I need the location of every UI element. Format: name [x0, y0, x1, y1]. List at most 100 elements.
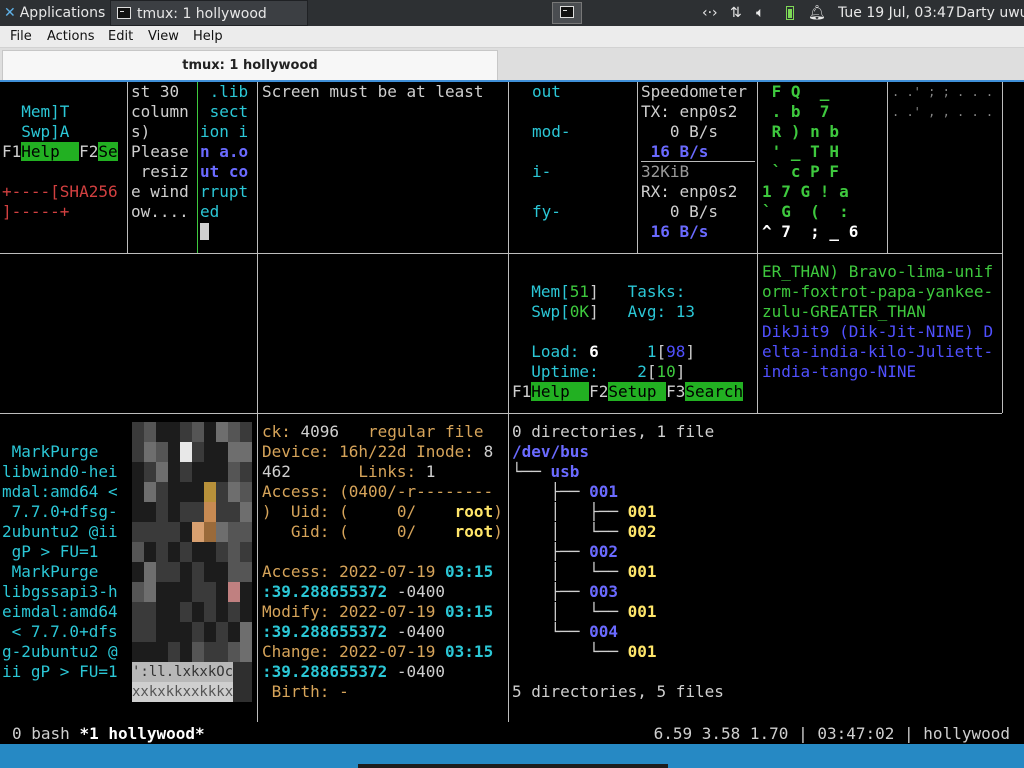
menu-file[interactable]: File — [10, 29, 32, 44]
pixel-cell — [192, 642, 204, 662]
tmux-status-line: 0 bash *1 hollywood* 6.59 3.58 1.70 | 03… — [0, 724, 1024, 744]
resize-text: resiz — [131, 162, 189, 181]
pixel-cell — [240, 482, 252, 502]
menu-actions[interactable]: Actions — [47, 29, 95, 44]
terminal-area[interactable]: Mem]T Swp]A F1Help F2Se +----[SHA256 ]--… — [0, 82, 1024, 742]
tree-pane[interactable]: 0 directories, 1 file /dev/bus └── usb ├… — [512, 422, 1002, 712]
htop-search-button[interactable]: Search — [685, 382, 744, 401]
htop-avg-value: 13 — [675, 302, 696, 321]
dpkg-line: < 7.7.0+dfs — [2, 622, 118, 641]
mini-setup-key[interactable]: Se — [98, 142, 118, 161]
htop-help-button[interactable]: Help — [531, 382, 590, 401]
tab-bar: tmux: 1 hollywood — [0, 48, 1024, 82]
pixel-cell — [228, 422, 240, 442]
speedometer-pane[interactable]: Speedometer TX: enp0s2 0 B/s 16 B/s 32Ki… — [641, 82, 756, 252]
pixel-cell — [204, 462, 216, 482]
pixel-cell — [216, 442, 228, 462]
pixel-cell — [156, 642, 168, 662]
pixel-cell — [144, 602, 156, 622]
applications-menu[interactable]: ✕ Applications — [0, 0, 110, 26]
stat-device-label: Device: — [262, 442, 340, 461]
resize-text: s) — [131, 122, 151, 141]
tree-node-name: 001 — [627, 642, 657, 661]
network-arrows-icon[interactable]: ‹·› — [702, 0, 718, 26]
status-window-active[interactable]: *1 hollywood* — [79, 724, 204, 743]
bottom-panel-handle[interactable] — [358, 764, 668, 768]
phonetic-line: elta-india-kilo-Juliett- — [762, 342, 994, 361]
pixel-cell — [216, 462, 228, 482]
pixel-cell — [144, 562, 156, 582]
htop-tasks-label: Tasks: — [627, 282, 686, 301]
battery-icon[interactable] — [786, 6, 794, 20]
htop-cpu2-value: 10 — [656, 362, 676, 381]
screen-size-pane[interactable]: Screen must be at least — [262, 82, 507, 252]
volume-icon[interactable]: 🔈︎ — [756, 0, 764, 26]
pixel-cell — [144, 522, 156, 542]
phonetic-pane[interactable]: ER_THAN) Bravo-lima-unif orm-foxtrot-pap… — [762, 262, 1002, 412]
pixel-cell — [216, 502, 228, 522]
stat-pane[interactable]: ck: 4096 regular file Device: 16h/22d In… — [262, 422, 507, 702]
tab-tmux-hollywood[interactable]: tmux: 1 hollywood — [2, 50, 498, 80]
menu-view[interactable]: View — [148, 29, 179, 44]
dpkg-pane[interactable]: MarkPurge libwind0-hei mdal:amd64 < 7.7.… — [2, 442, 126, 692]
matrix-row: ` c P F — [762, 162, 840, 181]
menu-edit[interactable]: Edit — [108, 29, 133, 44]
pixel-cell — [192, 442, 204, 462]
stat-timezone: -0400 — [387, 582, 446, 601]
pixel-cell — [156, 422, 168, 442]
tree-branch: └── — [512, 462, 551, 481]
ascii-image-pane[interactable]: ':ll.lxkxkOc xxkxkkxxkkkx — [132, 422, 252, 702]
pixel-cell — [216, 582, 228, 602]
pixel-cell — [240, 442, 252, 462]
pixel-cell — [192, 422, 204, 442]
pixel-cell — [156, 502, 168, 522]
tree-line: ├── 002 — [512, 542, 1002, 562]
speedometer-title: Speedometer — [641, 82, 747, 101]
mini-htop-pane[interactable]: Mem]T Swp]A F1Help F2Se +----[SHA256 ]--… — [2, 102, 126, 252]
htop-pane[interactable]: Mem[51] Tasks: Swp[0K] Avg: 13 Load: 6 1… — [512, 282, 756, 412]
user-menu[interactable]: Darty uwu — [956, 0, 1024, 26]
matrix-pane[interactable]: F Q _ . b 7 R ) n b ' _ T H ` c P F 1 7 … — [762, 82, 886, 252]
pixel-cell — [216, 542, 228, 562]
mini-help-key[interactable]: Help — [21, 142, 80, 161]
stat-uid-label: ) Uid: ( 0/ — [262, 502, 455, 521]
tree-root: /dev/bus — [512, 442, 590, 461]
tx-peak: 16 B/s — [641, 142, 755, 162]
resize-message-pane[interactable]: st 30 column s) Please resiz e wind ow..… — [131, 82, 197, 252]
stat-timezone: -0400 — [387, 662, 446, 681]
pixel-cell — [240, 562, 252, 582]
pixel-cell — [168, 522, 180, 542]
phonetic-line: DikJit9 (Dik-Jit-NINE) D — [762, 322, 994, 341]
matrix-dim-pane[interactable]: . .' ; ; . . . . . .' , , . . . — [892, 82, 1000, 142]
notification-bell-icon[interactable]: 🔔︎ — [808, 0, 826, 26]
network-updown-icon[interactable]: ⇅ — [730, 0, 742, 26]
stat-links-label: Links: — [290, 462, 426, 481]
pixel-cell — [204, 642, 216, 662]
pixel-cell — [216, 482, 228, 502]
pixel-cell — [144, 422, 156, 442]
status-window-0[interactable]: 0 bash — [12, 724, 79, 743]
pixel-cell — [192, 542, 204, 562]
pixel-cell — [216, 602, 228, 622]
divider — [257, 82, 258, 722]
pixel-cell — [132, 522, 144, 542]
htop-cpu1-value: 98 — [666, 342, 686, 361]
stat-modify-seconds: :39.288655372 — [262, 622, 388, 641]
menu-help[interactable]: Help — [193, 29, 223, 44]
pixel-cell — [168, 462, 180, 482]
pixel-cell-warm — [228, 582, 240, 602]
workspace-switcher[interactable] — [552, 2, 582, 24]
stat-block-value: 4096 — [300, 422, 340, 441]
pixel-cell — [180, 642, 192, 662]
taskbar-button-tmux[interactable]: tmux: 1 hollywood — [110, 0, 308, 26]
dpkg-line: g-2ubuntu2 @ — [2, 642, 118, 661]
lib-corrupted-pane[interactable]: .lib sect ion i n a.o ut co rrupt ed — [200, 82, 257, 252]
pixel-cell — [216, 642, 228, 662]
pixel-cell — [168, 622, 180, 642]
htop-setup-button[interactable]: Setup — [608, 382, 667, 401]
tree-node-name: 002 — [589, 542, 618, 561]
clock[interactable]: Tue 19 Jul, 03:47 — [838, 0, 955, 26]
words-pane[interactable]: out mod- i- fy- — [532, 82, 636, 252]
pixel-cell — [192, 502, 204, 522]
pixel-cell — [144, 482, 156, 502]
